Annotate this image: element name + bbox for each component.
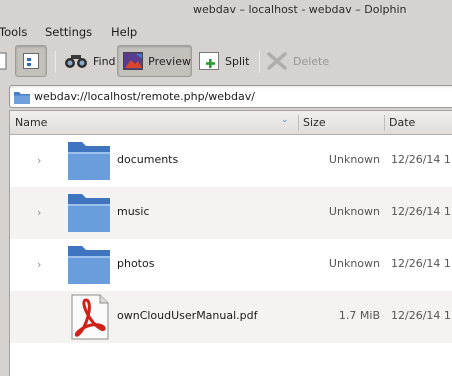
expand-arrow-icon[interactable]: › bbox=[37, 258, 47, 271]
header-separator[interactable] bbox=[298, 115, 299, 131]
view-mode-icon bbox=[0, 52, 7, 70]
column-date[interactable]: Date bbox=[389, 116, 415, 129]
menu-help[interactable]: Help bbox=[111, 25, 137, 39]
file-date: 12/26/14 1 bbox=[391, 309, 451, 322]
split-view-icon bbox=[199, 52, 219, 70]
file-size: Unknown bbox=[328, 257, 380, 270]
expand-arrow-icon[interactable]: › bbox=[37, 154, 47, 167]
split-button[interactable]: Split bbox=[198, 45, 249, 77]
folder-icon bbox=[14, 92, 30, 104]
split-label: Split bbox=[225, 54, 250, 68]
file-row[interactable]: › photos Unknown 12/26/14 1 bbox=[10, 239, 452, 291]
toolbar: Find Preview Split Delete bbox=[0, 42, 452, 80]
file-date: 12/26/14 1 bbox=[391, 205, 451, 218]
delete-button[interactable]: Delete bbox=[266, 45, 329, 77]
folder-icon bbox=[68, 194, 110, 232]
sort-chevron-icon: ⌄ bbox=[281, 115, 289, 125]
preview-button[interactable]: Preview bbox=[117, 45, 192, 77]
toolbar-separator bbox=[259, 51, 260, 73]
file-row[interactable]: ownCloudUserManual.pdf 1.7 MiB 12/26/14 … bbox=[10, 291, 452, 343]
preview-label: Preview bbox=[148, 54, 191, 68]
file-name: ownCloudUserManual.pdf bbox=[117, 309, 258, 322]
details-view-button[interactable] bbox=[15, 45, 47, 77]
header-separator[interactable] bbox=[384, 115, 385, 131]
file-size: 1.7 MiB bbox=[338, 309, 380, 322]
folder-icon bbox=[68, 142, 110, 180]
file-name: photos bbox=[117, 257, 155, 270]
find-label: Find bbox=[93, 54, 116, 68]
column-header: Name ⌄ Size Date bbox=[10, 111, 452, 135]
menu-tools[interactable]: Tools bbox=[0, 25, 27, 39]
column-size[interactable]: Size bbox=[303, 116, 326, 129]
expand-arrow-icon[interactable]: › bbox=[37, 206, 47, 219]
file-date: 12/26/14 1 bbox=[391, 257, 451, 270]
file-date: 12/26/14 1 bbox=[391, 153, 451, 166]
delete-label: Delete bbox=[293, 54, 330, 68]
delete-icon bbox=[267, 52, 287, 70]
folder-icon bbox=[68, 246, 110, 284]
toolbar-separator bbox=[55, 51, 56, 73]
file-view: Name ⌄ Size Date › documents Unknown 12/… bbox=[9, 110, 452, 376]
file-size: Unknown bbox=[328, 153, 380, 166]
file-size: Unknown bbox=[328, 205, 380, 218]
file-row[interactable]: › documents Unknown 12/26/14 1 bbox=[10, 135, 452, 187]
binoculars-icon bbox=[65, 55, 87, 68]
file-row[interactable]: › music Unknown 12/26/14 1 bbox=[10, 187, 452, 239]
location-bar[interactable]: webdav://localhost/remote.php/webdav/ bbox=[9, 85, 452, 108]
details-view-icon bbox=[23, 53, 39, 69]
preview-icon bbox=[123, 52, 143, 70]
column-name[interactable]: Name bbox=[15, 116, 47, 129]
file-name: music bbox=[117, 205, 150, 218]
title-bar: webdav – localhost - webdav – Dolphin bbox=[0, 0, 452, 20]
location-path[interactable]: webdav://localhost/remote.php/webdav/ bbox=[34, 90, 255, 103]
pdf-file-icon bbox=[71, 294, 109, 340]
menu-bar: Tools Settings Help bbox=[0, 22, 452, 42]
find-button[interactable]: Find bbox=[64, 45, 116, 77]
view-mode-button[interactable] bbox=[0, 45, 8, 77]
menu-settings[interactable]: Settings bbox=[45, 25, 92, 39]
file-name: documents bbox=[117, 153, 179, 166]
window-title: webdav – localhost - webdav – Dolphin bbox=[193, 3, 407, 16]
